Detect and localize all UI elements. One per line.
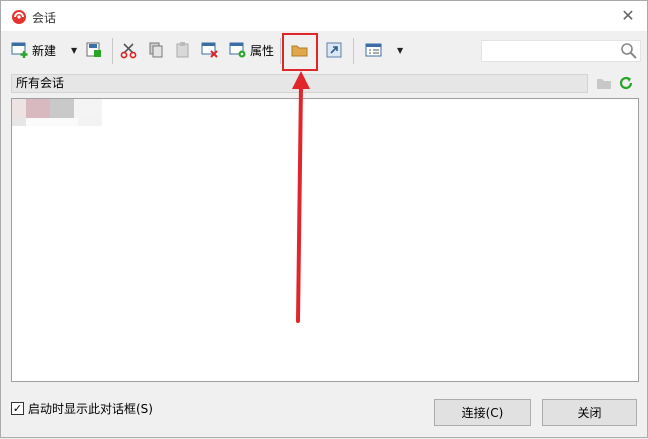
annotation-arrow: [292, 71, 310, 323]
sessions-dialog: 会话 ✕ 新建 ▼ 属性 ▼ 所有会话 ✓ 启动时显示此对话框(S) 连接(C)…: [0, 0, 648, 438]
